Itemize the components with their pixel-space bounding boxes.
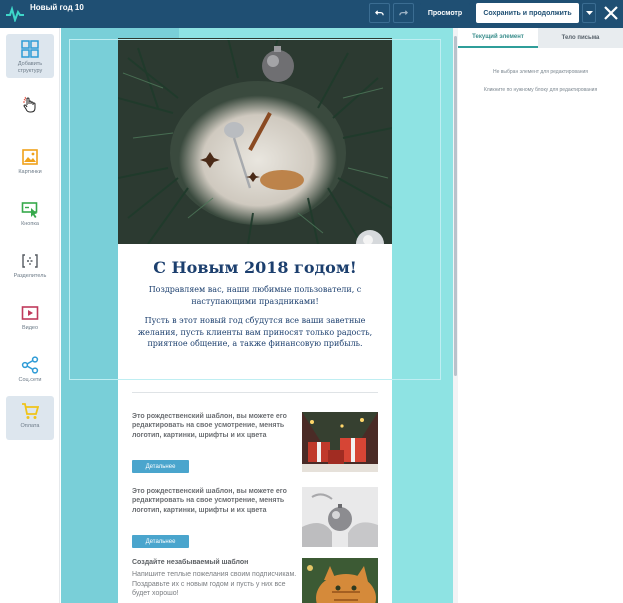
cart-icon xyxy=(22,403,39,419)
details-button[interactable]: Детальнее xyxy=(132,535,189,548)
article-image[interactable] xyxy=(302,558,378,603)
email-headline[interactable]: С Новым 2018 годом! xyxy=(118,258,392,277)
tool-label: Соц.сети xyxy=(18,377,42,383)
article-text[interactable]: Это рождественский шаблон, вы можете его… xyxy=(132,412,297,440)
tool-label: Разделитель xyxy=(13,273,47,279)
preview-button[interactable]: Просмотр xyxy=(420,3,470,23)
chevron-down-icon xyxy=(585,10,593,15)
gifts-photo xyxy=(302,412,378,472)
tool-label: Картинки xyxy=(18,169,42,175)
tool-add-structure[interactable]: Добавить структуру xyxy=(6,34,54,78)
tool-button[interactable]: Кнопка xyxy=(6,194,54,238)
article-block[interactable]: Это рождественский шаблон, вы можете его… xyxy=(132,487,378,557)
fir-wreath-illustration xyxy=(118,38,392,244)
hand-pointer-icon xyxy=(23,96,36,113)
tool-payment[interactable]: Оплата xyxy=(6,396,54,440)
grid-icon xyxy=(21,40,39,58)
redo-icon xyxy=(399,9,408,15)
tool-label: Добавить структуру xyxy=(17,61,43,74)
hero-image[interactable] xyxy=(118,38,392,244)
blocks-sidebar: Добавить структуру Картинки Кнопка Разде… xyxy=(0,28,60,603)
tool-divider[interactable]: Разделитель xyxy=(6,246,54,290)
article-text[interactable]: Напишите теплые пожелания своим подписчи… xyxy=(132,571,296,597)
no-selection-message: Не выбран элемент для редактирования xyxy=(492,69,589,75)
undo-icon xyxy=(375,9,384,15)
article-text[interactable]: Это рождественский шаблон, вы можете его… xyxy=(132,487,297,515)
tool-label: Видео xyxy=(21,325,39,331)
ornament-hands-photo xyxy=(302,487,378,547)
email-body[interactable]: С Новым 2018 годом! Поздравляем вас, наш… xyxy=(118,38,392,603)
tab-email-body[interactable]: Тело письма xyxy=(538,28,623,48)
video-icon xyxy=(21,306,39,320)
divider-icon xyxy=(22,254,38,268)
tool-video[interactable]: Видео xyxy=(6,298,54,342)
email-divider[interactable] xyxy=(132,392,378,393)
save-options-button[interactable] xyxy=(582,3,596,23)
email-greeting[interactable]: Поздравляем вас, наши любимые пользовате… xyxy=(138,284,372,307)
tool-label: Оплата xyxy=(20,423,40,429)
share-icon xyxy=(21,356,39,374)
article-block[interactable]: Создайте незабываемый шаблон Напишите те… xyxy=(132,558,378,603)
editor-canvas[interactable]: С Новым 2018 годом! Поздравляем вас, наш… xyxy=(61,28,453,603)
save-continue-button[interactable]: Сохранить и продолжить xyxy=(476,3,579,23)
selection-hint: Кликните по нужному блоку для редактиров… xyxy=(483,87,598,93)
document-title[interactable]: Новый год 10 xyxy=(30,3,84,12)
cat-photo xyxy=(302,558,378,603)
tab-current-element[interactable]: Текущий элемент xyxy=(458,28,538,48)
app-logo-icon[interactable] xyxy=(6,6,24,22)
article-heading[interactable]: Создайте незабываемый шаблон xyxy=(132,558,297,567)
tool-pointer[interactable] xyxy=(6,90,54,134)
top-bar: Новый год 10 Просмотр Сохранить и продол… xyxy=(0,0,623,28)
tool-social[interactable]: Соц.сети xyxy=(6,350,54,394)
article-block[interactable]: Это рождественский шаблон, вы можете его… xyxy=(132,412,378,482)
close-icon[interactable] xyxy=(603,5,619,21)
email-wishes[interactable]: Пусть в этот новый год сбудутся все ваши… xyxy=(136,315,374,350)
properties-panel: Текущий элемент Тело письма Не выбран эл… xyxy=(458,28,623,603)
button-click-icon xyxy=(21,202,38,218)
tool-label: Кнопка xyxy=(21,221,39,227)
redo-button[interactable] xyxy=(393,3,414,23)
image-icon xyxy=(22,149,38,165)
article-image[interactable] xyxy=(302,487,378,547)
article-text-block[interactable]: Создайте незабываемый шаблон Напишите те… xyxy=(132,558,297,599)
canvas-scrollbar-thumb[interactable] xyxy=(454,36,457,376)
undo-button[interactable] xyxy=(369,3,390,23)
details-button[interactable]: Детальнее xyxy=(132,460,189,473)
article-image[interactable] xyxy=(302,412,378,472)
tool-images[interactable]: Картинки xyxy=(6,142,54,186)
